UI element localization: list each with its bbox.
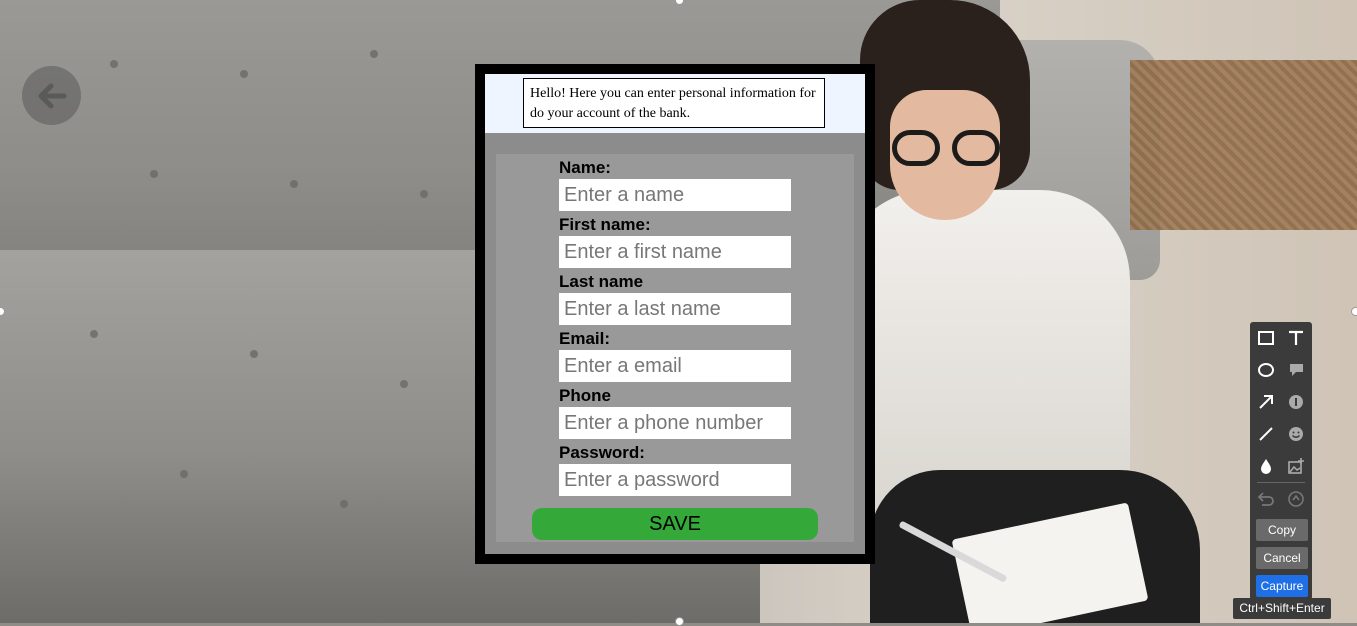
redo-icon[interactable]	[1284, 487, 1308, 511]
emoji-icon[interactable]	[1284, 422, 1308, 446]
image-add-icon[interactable]	[1284, 454, 1308, 478]
last-name-field-group: Last name	[559, 271, 791, 325]
first-name-input[interactable]	[559, 236, 791, 268]
first-name-label: First name:	[559, 215, 651, 234]
personal-info-form: Name: First name: Last name Email: Phone…	[496, 154, 854, 542]
form-panel-inner: Hello! Here you can enter personal infor…	[485, 74, 865, 554]
toolbar-separator	[1257, 482, 1305, 483]
password-input[interactable]	[559, 464, 791, 496]
name-label: Name:	[559, 158, 611, 177]
selection-handle[interactable]	[1351, 307, 1357, 316]
last-name-label: Last name	[559, 272, 644, 291]
password-label: Password:	[559, 443, 645, 462]
capture-button[interactable]: Capture	[1256, 575, 1308, 597]
form-panel: Hello! Here you can enter personal infor…	[475, 64, 875, 564]
first-name-field-group: First name:	[559, 214, 791, 268]
shortcut-tooltip: Ctrl+Shift+Enter	[1233, 598, 1331, 619]
intro-header: Hello! Here you can enter personal infor…	[485, 74, 865, 133]
selection-handle[interactable]	[675, 617, 684, 626]
cancel-button[interactable]: Cancel	[1256, 547, 1308, 569]
email-label: Email:	[559, 329, 611, 348]
text-icon[interactable]	[1284, 326, 1308, 350]
callout-icon[interactable]	[1284, 358, 1308, 382]
rectangle-icon[interactable]	[1254, 326, 1278, 350]
intro-text: Hello! Here you can enter personal infor…	[523, 78, 825, 128]
save-button[interactable]: SAVE	[532, 508, 818, 540]
phone-label: Phone	[559, 386, 611, 405]
email-field-group: Email:	[559, 328, 791, 382]
blur-icon[interactable]	[1254, 454, 1278, 478]
password-field-group: Password:	[559, 442, 791, 496]
ellipse-icon[interactable]	[1254, 358, 1278, 382]
back-button[interactable]	[22, 66, 81, 125]
name-input[interactable]	[559, 179, 791, 211]
arrow-left-icon	[38, 83, 66, 108]
arrow-icon[interactable]	[1254, 390, 1278, 414]
phone-field-group: Phone	[559, 385, 791, 439]
capture-toolbar: Copy Cancel Capture	[1250, 322, 1312, 600]
copy-button[interactable]: Copy	[1256, 519, 1308, 541]
phone-input[interactable]	[559, 407, 791, 439]
name-field-group: Name:	[559, 157, 791, 211]
email-input[interactable]	[559, 350, 791, 382]
pen-icon[interactable]	[1254, 422, 1278, 446]
last-name-input[interactable]	[559, 293, 791, 325]
undo-icon[interactable]	[1254, 487, 1278, 511]
number-badge-icon[interactable]	[1284, 390, 1308, 414]
